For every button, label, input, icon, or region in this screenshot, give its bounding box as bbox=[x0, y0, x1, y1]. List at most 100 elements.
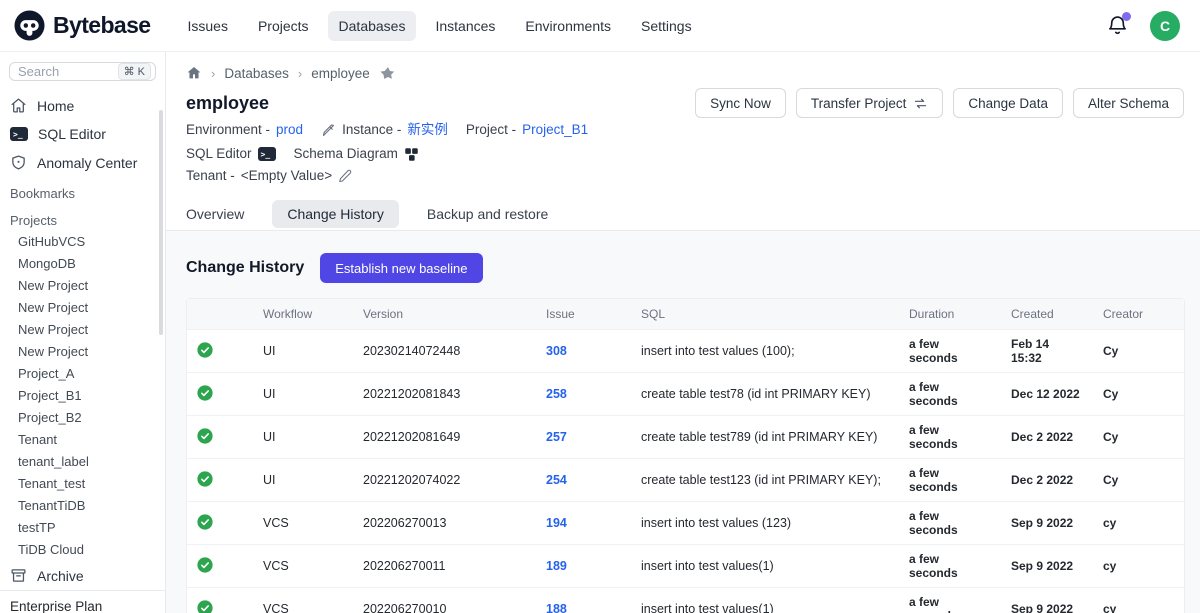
plan-label[interactable]: Enterprise Plan bbox=[0, 590, 165, 613]
alter-schema-button[interactable]: Alter Schema bbox=[1073, 88, 1184, 118]
version-cell: 20230214072448 bbox=[353, 329, 536, 372]
search-input[interactable]: Search ⌘ K bbox=[9, 62, 156, 81]
instance-link[interactable]: 新实例 bbox=[407, 121, 448, 139]
created-cell: Dec 2 2022 bbox=[1001, 458, 1093, 501]
edit-pencil-icon[interactable] bbox=[338, 169, 352, 183]
workflow-cell: VCS bbox=[253, 544, 353, 587]
issue-link[interactable]: 308 bbox=[546, 344, 567, 358]
table-column-header: SQL bbox=[631, 299, 899, 329]
tab-bar: Overview Change History Backup and restore bbox=[186, 198, 1184, 230]
sidebar-scrollbar[interactable] bbox=[159, 110, 163, 335]
sidebar-project-item[interactable]: testTP bbox=[0, 517, 165, 539]
breadcrumb-databases[interactable]: Databases bbox=[224, 66, 289, 81]
project-label: Project - bbox=[466, 121, 516, 139]
sidebar-project-item[interactable]: GitHubVCS bbox=[0, 231, 165, 253]
page-actions: Sync Now Transfer Project Change Data Alter… bbox=[695, 84, 1184, 118]
sql-cell: insert into test values(1) bbox=[631, 544, 899, 587]
bytebase-logo[interactable]: Bytebase bbox=[14, 10, 150, 41]
sidebar-project-item[interactable]: Project_B1 bbox=[0, 385, 165, 407]
sql-editor-link[interactable]: SQL Editor >_ bbox=[186, 145, 276, 163]
sidebar-item-sql-editor[interactable]: >_SQL Editor bbox=[0, 120, 165, 148]
bookmark-star-icon[interactable] bbox=[379, 65, 396, 82]
table-row[interactable]: UI20221202081843258create table test78 (… bbox=[187, 372, 1184, 415]
tab-change-history[interactable]: Change History bbox=[272, 200, 399, 228]
sidebar-project-item[interactable]: TenantTiDB bbox=[0, 495, 165, 517]
workflow-cell: VCS bbox=[253, 587, 353, 613]
sidebar-project-item[interactable]: MongoDB bbox=[0, 253, 165, 275]
nav-item-instances[interactable]: Instances bbox=[424, 11, 506, 41]
creator-cell: cy bbox=[1093, 544, 1184, 587]
nav-item-environments[interactable]: Environments bbox=[514, 11, 622, 41]
sidebar-project-item[interactable]: New Project bbox=[0, 297, 165, 319]
row-status-cell bbox=[187, 501, 253, 544]
breadcrumb: › Databases › employee bbox=[186, 62, 1184, 84]
sidebar-project-item[interactable]: Tenant bbox=[0, 429, 165, 451]
change-data-button[interactable]: Change Data bbox=[953, 88, 1063, 118]
success-check-icon bbox=[197, 557, 213, 573]
projects-section-label: Projects bbox=[0, 204, 165, 231]
nav-item-projects[interactable]: Projects bbox=[247, 11, 320, 41]
issue-link[interactable]: 257 bbox=[546, 430, 567, 444]
table-column-header: Creator bbox=[1093, 299, 1184, 329]
issue-link[interactable]: 188 bbox=[546, 602, 567, 613]
bookmarks-section-label: Bookmarks bbox=[0, 177, 165, 204]
sql-editor-meta-label: SQL Editor bbox=[186, 145, 252, 163]
environment-label: Environment - bbox=[186, 121, 270, 139]
table-row[interactable]: UI20221202074022254create table test123 … bbox=[187, 458, 1184, 501]
sql-cell: insert into test values (100); bbox=[631, 329, 899, 372]
row-status-cell bbox=[187, 372, 253, 415]
notifications-button[interactable] bbox=[1106, 14, 1130, 38]
environment-link[interactable]: prod bbox=[276, 121, 303, 139]
transfer-project-button[interactable]: Transfer Project bbox=[796, 88, 944, 118]
table-row[interactable]: VCS202206270010 188 insert into test value… bbox=[187, 587, 1184, 613]
issue-link[interactable]: 254 bbox=[546, 473, 567, 487]
duration-cell: a few seconds bbox=[899, 458, 1001, 501]
table-row[interactable]: UI20221202081649257create table test789 … bbox=[187, 415, 1184, 458]
sidebar-project-item[interactable]: Tenant_test bbox=[0, 473, 165, 495]
sidebar-project-item[interactable]: New Project bbox=[0, 341, 165, 363]
success-check-icon bbox=[197, 514, 213, 530]
table-header-row: WorkflowVersionIssueSQLDurationCreatedCr… bbox=[187, 299, 1184, 329]
user-avatar[interactable]: C bbox=[1150, 11, 1180, 41]
nav-item-settings[interactable]: Settings bbox=[630, 11, 703, 41]
sidebar-menu: Home >_SQL EditorAnomaly Center bbox=[0, 91, 165, 177]
created-cell: Dec 2 2022 bbox=[1001, 415, 1093, 458]
sidebar-project-item[interactable]: Project_B2 bbox=[0, 407, 165, 429]
table-row[interactable]: VCS202206270013194insert into test value… bbox=[187, 501, 1184, 544]
sidebar-project-item[interactable]: New Project bbox=[0, 319, 165, 341]
row-status-cell bbox=[187, 587, 253, 613]
nav-item-databases[interactable]: Databases bbox=[328, 11, 417, 41]
table-row[interactable]: VCS202206270011189insert into test value… bbox=[187, 544, 1184, 587]
creator-cell: cy bbox=[1093, 587, 1184, 613]
sidebar-project-item[interactable]: New Project bbox=[0, 275, 165, 297]
swap-arrows-icon bbox=[913, 96, 928, 111]
sidebar-project-item[interactable]: tenant_label bbox=[0, 451, 165, 473]
sidebar-project-item[interactable]: Project_A bbox=[0, 363, 165, 385]
table-row[interactable]: UI20230214072448308insert into test valu… bbox=[187, 329, 1184, 372]
sidebar-project-item[interactable]: TiDB Cloud bbox=[0, 539, 165, 561]
sidebar-item-archive[interactable]: Archive bbox=[0, 561, 165, 590]
sync-now-button[interactable]: Sync Now bbox=[695, 88, 786, 118]
sql-cell: insert into test values (123) bbox=[631, 501, 899, 544]
schema-diagram-link[interactable]: Schema Diagram bbox=[294, 145, 419, 163]
version-cell: 202206270010 bbox=[353, 587, 536, 613]
sql-cell: insert into test values(1) bbox=[631, 587, 899, 613]
nav-item-issues[interactable]: Issues bbox=[176, 11, 238, 41]
sidebar-item-anomaly-center[interactable]: Anomaly Center bbox=[0, 148, 165, 177]
home-breadcrumb-icon[interactable] bbox=[186, 65, 202, 81]
establish-baseline-button[interactable]: Establish new baseline bbox=[320, 253, 482, 283]
breadcrumb-employee: employee bbox=[311, 66, 370, 81]
sql-cell: create table test78 (id int PRIMARY KEY) bbox=[631, 372, 899, 415]
issue-link[interactable]: 194 bbox=[546, 516, 567, 530]
sidebar-item-label: Home bbox=[37, 98, 74, 114]
sql-editor-icon: >_ bbox=[10, 127, 28, 141]
table-column-header: Workflow bbox=[253, 299, 353, 329]
tab-overview[interactable]: Overview bbox=[186, 200, 244, 228]
sidebar-item-home[interactable]: Home bbox=[0, 91, 165, 120]
duration-cell: a few seconds bbox=[899, 415, 1001, 458]
tab-backup-and-restore[interactable]: Backup and restore bbox=[427, 200, 548, 228]
issue-link[interactable]: 258 bbox=[546, 387, 567, 401]
issue-link[interactable]: 189 bbox=[546, 559, 567, 573]
row-status-cell bbox=[187, 544, 253, 587]
project-link[interactable]: Project_B1 bbox=[522, 121, 588, 139]
